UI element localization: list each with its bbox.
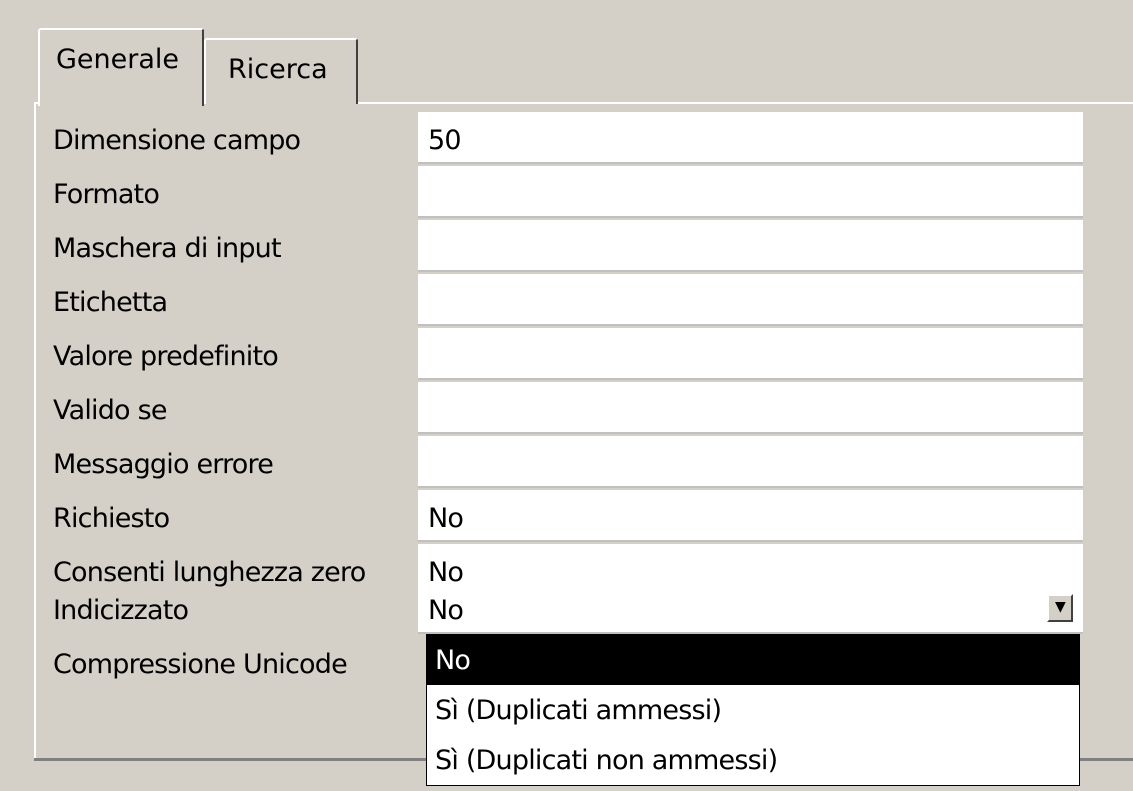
property-label: Compressione Unicode (53, 649, 348, 680)
dropdown-option-no-duplicates[interactable]: Sì (Duplicati non ammessi) (427, 735, 1079, 785)
property-row-indicizzato: Indicizzato No ▼ (0, 582, 1133, 636)
property-row-messaggio-errore: Messaggio errore (0, 436, 1133, 490)
property-label: Messaggio errore (53, 449, 274, 480)
property-label: Indicizzato (53, 595, 189, 626)
property-label: Dimensione campo (53, 125, 301, 156)
indexed-select[interactable]: No ▼ (418, 582, 1083, 634)
property-label: Valido se (53, 395, 167, 426)
format-input[interactable] (418, 166, 1083, 218)
input-mask-input[interactable] (418, 220, 1083, 272)
property-row-maschera: Maschera di input (0, 220, 1133, 274)
property-row-formato: Formato (0, 166, 1133, 220)
caption-input[interactable] (418, 274, 1083, 326)
property-label: Etichetta (53, 287, 168, 318)
property-label: Valore predefinito (53, 341, 279, 372)
property-label: Maschera di input (53, 233, 282, 264)
property-row-dimensione-campo: Dimensione campo 50 (0, 112, 1133, 166)
property-label: Formato (53, 179, 160, 210)
field-size-input[interactable]: 50 (418, 112, 1083, 164)
indexed-dropdown-list: No Sì (Duplicati ammessi) Sì (Duplicati … (426, 634, 1080, 786)
chevron-down-icon[interactable]: ▼ (1047, 594, 1073, 622)
property-row-valido-se: Valido se (0, 382, 1133, 436)
indexed-select-value: No (428, 595, 464, 626)
tab-bar: Ricerca Generale (0, 0, 1133, 110)
default-value-input[interactable] (418, 328, 1083, 380)
property-row-etichetta: Etichetta (0, 274, 1133, 328)
tab-generale-label: Generale (56, 44, 180, 75)
property-row-richiesto: Richiesto No (0, 490, 1133, 544)
property-label: Richiesto (53, 503, 170, 534)
validation-rule-input[interactable] (418, 382, 1083, 434)
required-input[interactable]: No (418, 490, 1083, 542)
tab-ricerca-label: Ricerca (228, 54, 328, 85)
dropdown-option-duplicates-allowed[interactable]: Sì (Duplicati ammessi) (427, 685, 1079, 735)
dropdown-option-no[interactable]: No (427, 635, 1079, 685)
tab-generale[interactable]: Generale (38, 28, 204, 106)
tab-ricerca[interactable]: Ricerca (204, 38, 358, 104)
property-row-valore-predefinito: Valore predefinito (0, 328, 1133, 382)
validation-text-input[interactable] (418, 436, 1083, 488)
